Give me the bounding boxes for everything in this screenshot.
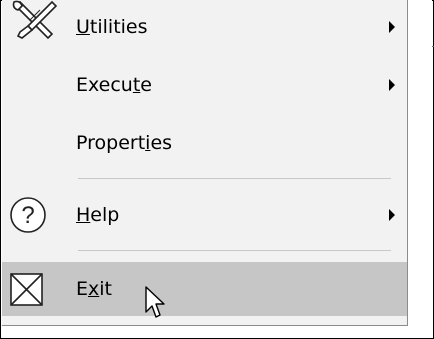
menu-item-label: Properties <box>76 132 173 154</box>
context-menu: Utilities Execute Properties ? Help Exit <box>2 0 408 326</box>
menu-item-label: Exit <box>76 278 112 300</box>
submenu-arrow-icon <box>389 79 395 91</box>
menu-item-label: Help <box>76 204 120 226</box>
submenu-arrow-icon <box>389 209 395 221</box>
help-circle-icon: ? <box>10 197 46 233</box>
menu-item-label: Utilities <box>76 16 148 38</box>
menu-item-execute[interactable]: Execute <box>2 58 407 112</box>
menu-separator <box>78 250 391 251</box>
svg-text:?: ? <box>21 202 34 229</box>
menu-item-exit[interactable]: Exit <box>2 262 407 316</box>
arrow-cursor-icon <box>145 286 165 318</box>
tools-icon <box>12 0 58 40</box>
menu-item-help[interactable]: ? Help <box>2 188 407 242</box>
background-window-edge <box>408 0 432 337</box>
menu-item-label: Execute <box>76 74 152 96</box>
submenu-arrow-icon <box>389 21 395 33</box>
exit-box-icon <box>10 273 43 306</box>
menu-item-utilities[interactable]: Utilities <box>2 0 407 54</box>
menu-separator <box>78 178 391 179</box>
menu-item-properties[interactable]: Properties <box>2 116 407 170</box>
